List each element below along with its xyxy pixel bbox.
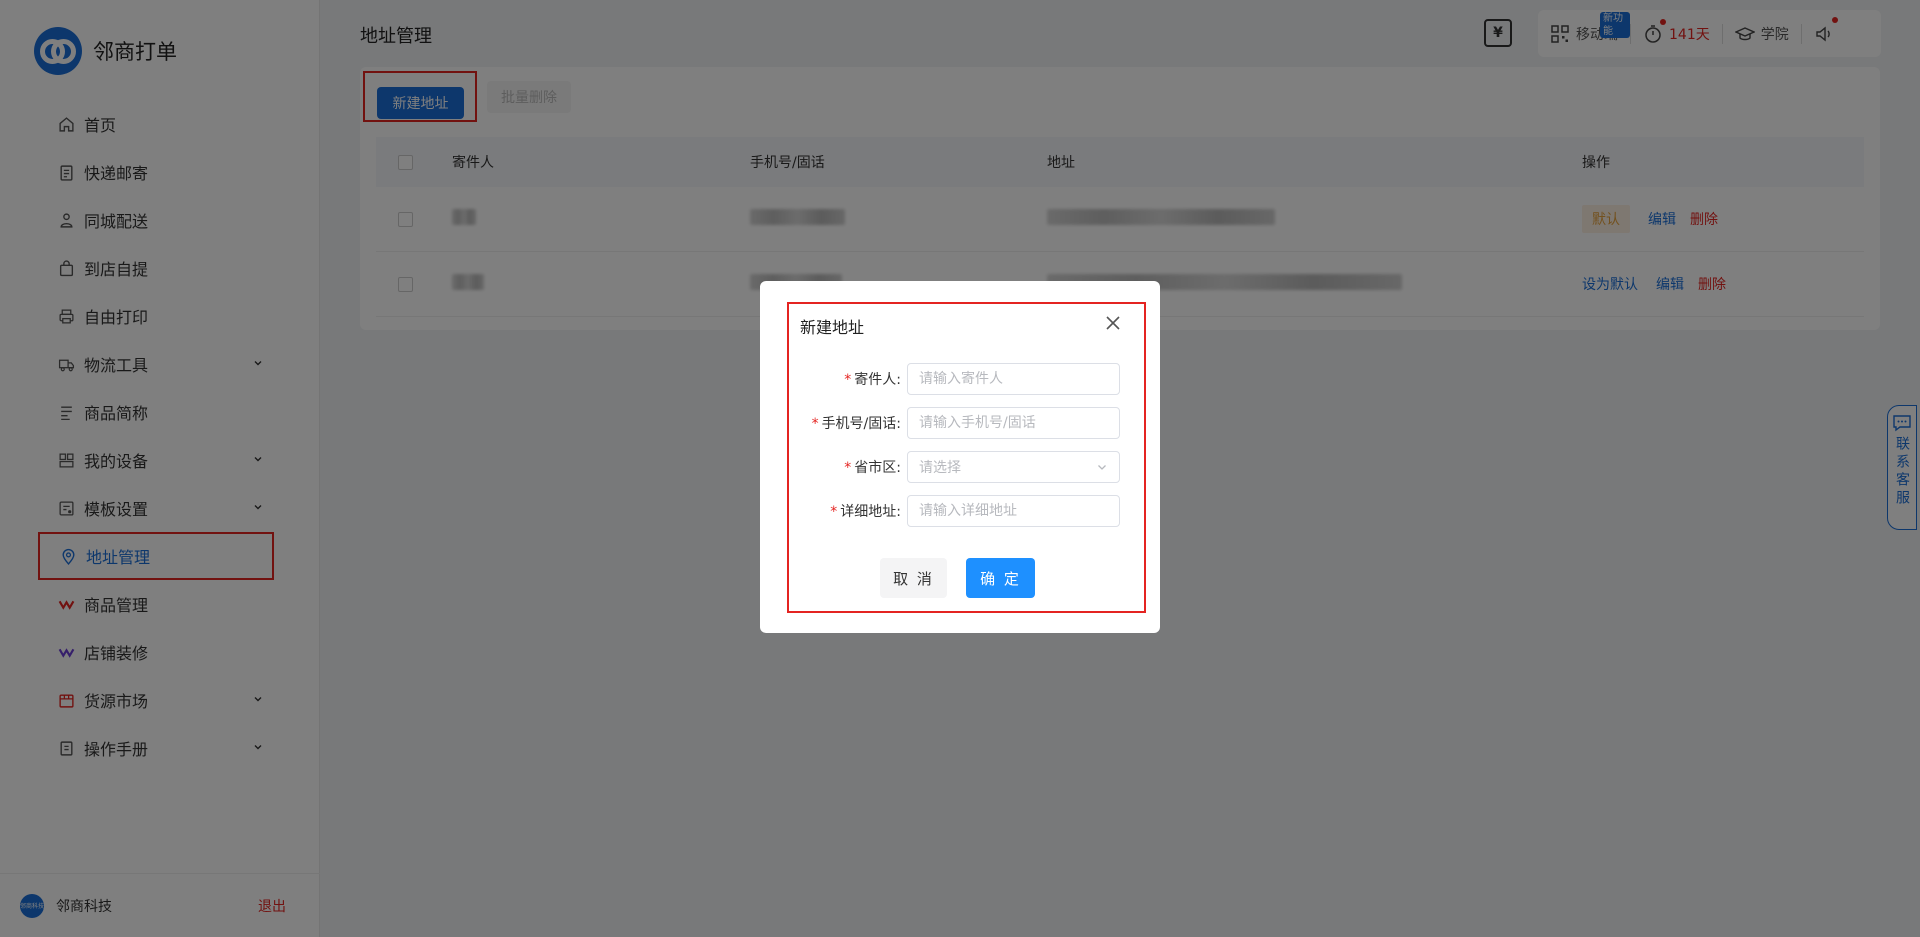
sender-input[interactable] xyxy=(907,363,1120,395)
phone-label: * 手机号/固话: xyxy=(800,413,907,433)
phone-row: * 手机号/固话: xyxy=(800,407,1120,439)
region-row: * 省市区: 请选择 xyxy=(800,451,1120,483)
confirm-button[interactable]: 确 定 xyxy=(966,558,1035,598)
required-mark: * xyxy=(844,372,852,388)
label-text: 手机号/固话: xyxy=(821,416,901,432)
sender-label: * 寄件人: xyxy=(800,369,907,389)
dialog-title: 新建地址 xyxy=(800,318,865,337)
label-text: 寄件人: xyxy=(854,372,901,388)
close-icon[interactable] xyxy=(1104,314,1122,332)
sender-row: * 寄件人: xyxy=(800,363,1120,395)
region-select[interactable]: 请选择 xyxy=(907,451,1120,483)
chevron-down-icon xyxy=(1098,465,1106,470)
phone-input[interactable] xyxy=(907,407,1120,439)
region-placeholder: 请选择 xyxy=(919,460,961,476)
label-text: 详细地址: xyxy=(840,504,901,520)
region-label: * 省市区: xyxy=(800,457,907,477)
detail-row: * 详细地址: xyxy=(800,495,1120,527)
required-mark: * xyxy=(811,416,819,432)
detail-address-input[interactable] xyxy=(907,495,1120,527)
label-text: 省市区: xyxy=(854,460,901,476)
required-mark: * xyxy=(844,460,852,476)
cancel-button[interactable]: 取 消 xyxy=(880,558,947,598)
required-mark: * xyxy=(830,504,838,520)
detail-label: * 详细地址: xyxy=(800,501,907,521)
new-address-dialog: 新建地址 *寄件人: *手机号/固话: *省市区: 请选择 *详细地址: 取 消… xyxy=(760,281,1160,633)
